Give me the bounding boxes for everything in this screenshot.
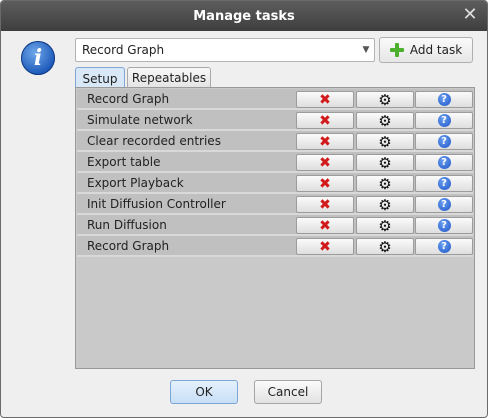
task-help-button[interactable]: ? <box>415 175 473 192</box>
gear-icon: ⚙ <box>378 132 392 151</box>
add-task-button[interactable]: Add task <box>379 37 473 63</box>
task-select-value: Record Graph <box>82 43 165 57</box>
task-help-button[interactable]: ? <box>415 238 473 255</box>
task-row[interactable]: Export Playback ✖ ⚙? <box>77 173 473 194</box>
task-help-button[interactable]: ? <box>415 154 473 171</box>
task-list-panel: Record Graph ✖ ⚙? Simulate network ✖ ⚙? Clear … <box>75 87 475 369</box>
tab-repeatables[interactable]: Repeatables <box>127 67 211 88</box>
task-name: Init Diffusion Controller <box>87 196 226 211</box>
delete-task-button[interactable]: ✖ <box>296 91 354 108</box>
delete-task-button[interactable]: ✖ <box>296 112 354 129</box>
delete-task-button[interactable]: ✖ <box>296 238 354 255</box>
task-name: Simulate network <box>87 112 193 127</box>
task-help-button[interactable]: ? <box>415 217 473 234</box>
task-help-button[interactable]: ? <box>415 112 473 129</box>
close-icon[interactable]: ✕ <box>461 6 479 24</box>
gear-icon: ⚙ <box>378 90 392 109</box>
help-icon: ? <box>437 240 451 253</box>
delete-icon: ✖ <box>319 112 331 129</box>
task-row[interactable]: Run Diffusion ✖ ⚙? <box>77 215 473 236</box>
task-help-button[interactable]: ? <box>415 133 473 150</box>
task-row[interactable]: Export table ✖ ⚙? <box>77 152 473 173</box>
task-help-button[interactable]: ? <box>415 91 473 108</box>
task-name: Export Playback <box>87 175 184 190</box>
delete-icon: ✖ <box>319 133 331 150</box>
help-icon: ? <box>437 198 451 211</box>
delete-icon: ✖ <box>319 217 331 234</box>
task-select[interactable]: Record Graph ▼ <box>75 38 375 62</box>
manage-tasks-dialog: Manage tasks ✕ i Record Graph ▼ Add task… <box>0 0 488 418</box>
delete-task-button[interactable]: ✖ <box>296 154 354 171</box>
task-row[interactable]: Record Graph ✖ ⚙? <box>77 236 473 257</box>
gear-icon: ⚙ <box>378 111 392 130</box>
delete-icon: ✖ <box>319 91 331 108</box>
task-settings-button[interactable]: ⚙ <box>356 196 414 213</box>
task-row[interactable]: Record Graph ✖ ⚙? <box>77 89 473 110</box>
help-icon: ? <box>437 114 451 127</box>
task-settings-button[interactable]: ⚙ <box>356 238 414 255</box>
help-icon: ? <box>437 219 451 232</box>
gear-icon: ⚙ <box>378 174 392 193</box>
task-settings-button[interactable]: ⚙ <box>356 112 414 129</box>
task-settings-button[interactable]: ⚙ <box>356 154 414 171</box>
task-settings-button[interactable]: ⚙ <box>356 217 414 234</box>
task-settings-button[interactable]: ⚙ <box>356 91 414 108</box>
task-name: Record Graph <box>87 91 170 106</box>
task-settings-button[interactable]: ⚙ <box>356 133 414 150</box>
task-row[interactable]: Init Diffusion Controller ✖ ⚙? <box>77 194 473 215</box>
task-settings-button[interactable]: ⚙ <box>356 175 414 192</box>
dropdown-arrow-icon: ▼ <box>362 45 370 55</box>
delete-task-button[interactable]: ✖ <box>296 175 354 192</box>
delete-task-button[interactable]: ✖ <box>296 217 354 234</box>
task-name: Record Graph <box>87 238 170 253</box>
help-icon: ? <box>437 156 451 169</box>
cancel-button[interactable]: Cancel <box>254 380 322 404</box>
window-title: Manage tasks <box>193 8 295 24</box>
task-name: Export table <box>87 154 161 169</box>
delete-task-button[interactable]: ✖ <box>296 133 354 150</box>
delete-icon: ✖ <box>319 196 331 213</box>
gear-icon: ⚙ <box>378 237 392 256</box>
cancel-label: Cancel <box>267 385 309 399</box>
help-icon: ? <box>437 177 451 190</box>
task-name: Clear recorded entries <box>87 133 221 148</box>
help-icon: ? <box>437 93 451 106</box>
gear-icon: ⚙ <box>378 216 392 235</box>
gear-icon: ⚙ <box>378 153 392 172</box>
help-icon: ? <box>437 135 451 148</box>
gear-icon: ⚙ <box>378 195 392 214</box>
delete-icon: ✖ <box>319 175 331 192</box>
ok-label: OK <box>195 385 213 399</box>
titlebar: Manage tasks ✕ <box>1 1 487 31</box>
task-row[interactable]: Simulate network ✖ ⚙? <box>77 110 473 131</box>
tab-setup[interactable]: Setup <box>75 67 125 89</box>
tab-setup-label: Setup <box>82 71 118 86</box>
tab-repeatables-label: Repeatables <box>131 71 207 85</box>
task-name: Run Diffusion <box>87 217 167 232</box>
task-help-button[interactable]: ? <box>415 196 473 213</box>
ok-button[interactable]: OK <box>170 380 238 404</box>
delete-icon: ✖ <box>319 154 331 171</box>
add-task-label: Add task <box>409 43 463 57</box>
plus-icon <box>389 43 404 57</box>
delete-task-button[interactable]: ✖ <box>296 196 354 213</box>
task-row[interactable]: Clear recorded entries ✖ ⚙? <box>77 131 473 152</box>
info-icon: i <box>21 41 55 75</box>
delete-icon: ✖ <box>319 238 331 255</box>
